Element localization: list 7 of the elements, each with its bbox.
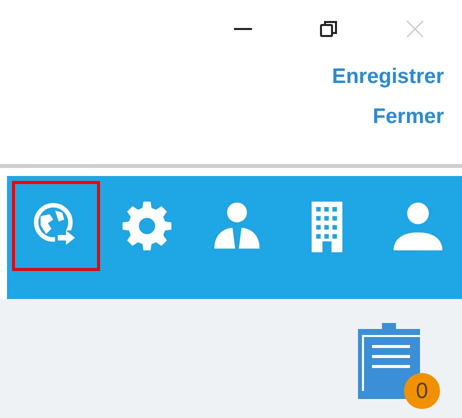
globe-arrow-button[interactable] <box>12 181 100 271</box>
count-badge: 0 <box>404 373 440 409</box>
close-icon <box>405 19 425 39</box>
minimize-icon <box>233 28 253 30</box>
action-link[interactable]: Fermer <box>372 104 444 130</box>
action-link[interactable]: Enregistrer <box>332 64 444 90</box>
restore-icon <box>319 19 339 39</box>
